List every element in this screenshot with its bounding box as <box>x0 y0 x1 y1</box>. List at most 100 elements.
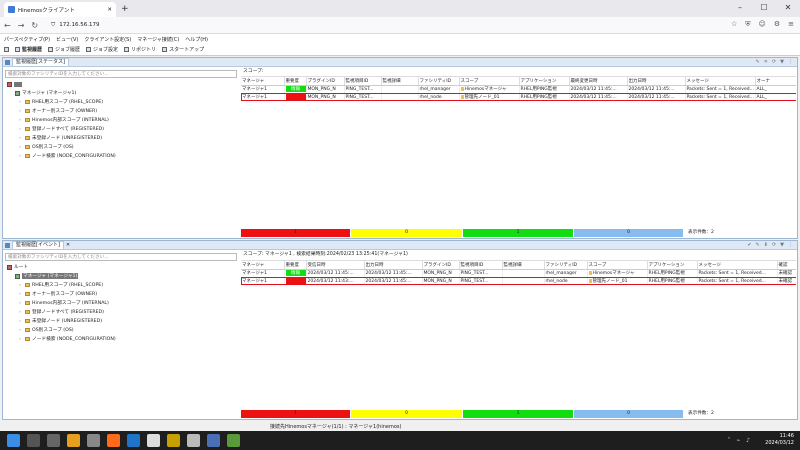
column-header[interactable]: ファシリティID <box>544 261 588 270</box>
column-header[interactable]: 最終変更日時 <box>569 77 628 86</box>
terminal-icon[interactable] <box>87 434 100 447</box>
column-header[interactable]: オーナ <box>755 77 796 86</box>
hamburger-menu-icon[interactable]: ≡ <box>788 20 794 29</box>
task-view-icon[interactable] <box>47 434 60 447</box>
app-icon[interactable] <box>207 434 220 447</box>
column-header[interactable]: 出力日時 <box>364 261 423 270</box>
table-row-highlighted[interactable]: マネージャ1 MON_PNG_N PING_TEST... rhel_node … <box>241 93 796 101</box>
app-icon[interactable] <box>187 434 200 447</box>
reload-icon[interactable]: ↻ <box>31 21 38 30</box>
confirm-icon[interactable]: ✔ <box>747 242 751 248</box>
tree-node[interactable]: › オーナー別スコープ (OWNER) <box>19 290 97 298</box>
tree-root-node[interactable] <box>7 80 22 88</box>
table-row-highlighted[interactable]: マネージャ1 2024/03/12 11:43:... 2024/03/12 1… <box>241 277 796 285</box>
expand-icon[interactable]: › <box>19 310 23 315</box>
edit-icon[interactable]: ✎ <box>756 59 760 65</box>
expand-icon[interactable]: › <box>19 109 23 114</box>
column-header[interactable]: スコープ <box>459 77 520 86</box>
column-header[interactable]: マネージャ <box>241 261 285 270</box>
tree-root-node[interactable]: ルート <box>7 263 28 271</box>
tree-node[interactable]: › OS別スコープ (OS) <box>19 326 74 334</box>
expand-icon[interactable]: › <box>19 283 23 288</box>
column-header[interactable]: プラグインID <box>422 261 460 270</box>
back-icon[interactable]: ← <box>4 21 11 30</box>
refresh-icon[interactable]: ⟳ <box>772 59 776 65</box>
account-icon[interactable]: ☺ <box>759 20 766 29</box>
tree-node[interactable]: › Hinemos内部スコープ (INTERNAL) <box>19 116 109 124</box>
browser-tab[interactable]: Hinemosクライアント ✕ <box>4 2 116 17</box>
filter-icon[interactable]: ▼ <box>780 242 784 248</box>
network-icon[interactable]: ⌁ <box>737 437 741 444</box>
close-window-icon[interactable]: ✕ <box>776 0 800 17</box>
tree-node[interactable]: › 登録ノードすべて (REGISTERED) <box>19 308 104 316</box>
tree-node[interactable]: › 未登録ノード (UNREGISTERED) <box>19 134 102 142</box>
tree-node[interactable]: › ノード検索 (NODE_CONFIGURATION) <box>19 335 116 343</box>
pocket-icon[interactable]: ⛨ <box>745 20 750 29</box>
tab-event-view[interactable]: 監視履歴[イベント] <box>12 241 64 249</box>
tree-node[interactable]: › Hinemos内部スコープ (INTERNAL) <box>19 299 109 307</box>
tree-node-manager[interactable]: マネージャ (マネージャ1) <box>15 89 76 97</box>
new-tab-icon[interactable]: + <box>121 4 129 14</box>
column-header[interactable]: メッセージ <box>697 261 778 270</box>
column-header[interactable]: 監視項目ID <box>459 261 503 270</box>
menu-manager-connection[interactable]: マネージャ接続(C) <box>137 36 179 43</box>
tree-node-manager[interactable]: マネージャ (マネージャ1) <box>15 272 79 280</box>
perspective-startup[interactable]: スタートアップ <box>162 46 204 53</box>
expand-icon[interactable]: › <box>19 145 23 150</box>
status-filter-input[interactable]: 検索対象のファシリティIDを入力してください... <box>5 70 237 78</box>
close-view-icon[interactable]: ✕ <box>66 242 70 248</box>
firefox-icon[interactable] <box>107 434 120 447</box>
notepad-icon[interactable] <box>147 434 160 447</box>
tree-node[interactable]: › オーナー別スコープ (OWNER) <box>19 107 97 115</box>
tree-node[interactable]: › ノード検索 (NODE_CONFIGURATION) <box>19 152 116 160</box>
app-icon[interactable] <box>227 434 240 447</box>
table-row[interactable]: マネージャ1 情報 2024/03/12 11:45:... 2024/03/1… <box>241 269 796 277</box>
expand-icon[interactable]: › <box>19 154 23 159</box>
file-explorer-icon[interactable] <box>67 434 80 447</box>
perspective-job-settings[interactable]: ジョブ設定 <box>86 46 118 53</box>
chevron-up-icon[interactable]: ˄ <box>728 437 731 444</box>
expand-icon[interactable]: › <box>19 136 23 141</box>
tree-node[interactable]: › 登録ノードすべて (REGISTERED) <box>19 125 104 133</box>
column-header[interactable]: 監視詳細 <box>381 77 419 86</box>
search-icon[interactable] <box>27 434 40 447</box>
tree-node[interactable]: › OS別スコープ (OS) <box>19 143 74 151</box>
delete-icon[interactable]: ✕ <box>764 59 768 65</box>
expand-icon[interactable]: › <box>19 118 23 123</box>
perspective-repository[interactable]: リポジトリ <box>124 46 156 53</box>
expand-icon[interactable]: › <box>19 328 23 333</box>
open-perspective-button[interactable] <box>4 47 9 52</box>
maximize-icon[interactable]: ☐ <box>752 0 776 17</box>
app-icon[interactable] <box>167 434 180 447</box>
tab-status-view[interactable]: 監視履歴[ステータス] <box>12 58 69 66</box>
column-header[interactable]: 重要度 <box>284 77 307 86</box>
forward-icon[interactable]: → <box>18 21 25 30</box>
expand-icon[interactable]: › <box>19 292 23 297</box>
edit-icon[interactable]: ✎ <box>756 242 760 248</box>
refresh-icon[interactable]: ⟳ <box>772 242 776 248</box>
expand-icon[interactable]: › <box>19 100 23 105</box>
start-icon[interactable] <box>7 434 20 447</box>
column-header[interactable]: スコープ <box>587 261 648 270</box>
column-header[interactable]: 出力日時 <box>627 77 686 86</box>
column-header[interactable]: プラグインID <box>306 77 345 86</box>
download-icon[interactable]: ⬇ <box>764 242 768 248</box>
column-header[interactable]: 受信日時 <box>306 261 365 270</box>
url-bar[interactable]: ⛉ 172.16.56.179 <box>51 20 611 31</box>
perspective-job-history[interactable]: ジョブ履歴 <box>48 46 80 53</box>
menu-perspective[interactable]: パースペクティブ(P) <box>4 36 50 43</box>
expand-icon[interactable]: › <box>19 301 23 306</box>
column-header[interactable]: アプリケーション <box>519 77 570 86</box>
minimize-icon[interactable]: – <box>728 0 752 17</box>
volume-icon[interactable]: ♪ <box>746 437 750 444</box>
menu-client-settings[interactable]: クライアント設定(S) <box>84 36 131 43</box>
column-header[interactable]: ファシリティID <box>418 77 460 86</box>
expand-icon[interactable]: › <box>19 337 23 342</box>
column-header[interactable]: 確認 <box>777 261 796 270</box>
view-menu-icon[interactable]: ⋮ <box>788 242 793 248</box>
expand-icon[interactable]: › <box>19 127 23 132</box>
close-tab-icon[interactable]: ✕ <box>107 7 112 13</box>
menu-help[interactable]: ヘルプ(H) <box>185 36 208 43</box>
column-header[interactable]: マネージャ <box>241 77 285 86</box>
expand-icon[interactable]: › <box>19 319 23 324</box>
